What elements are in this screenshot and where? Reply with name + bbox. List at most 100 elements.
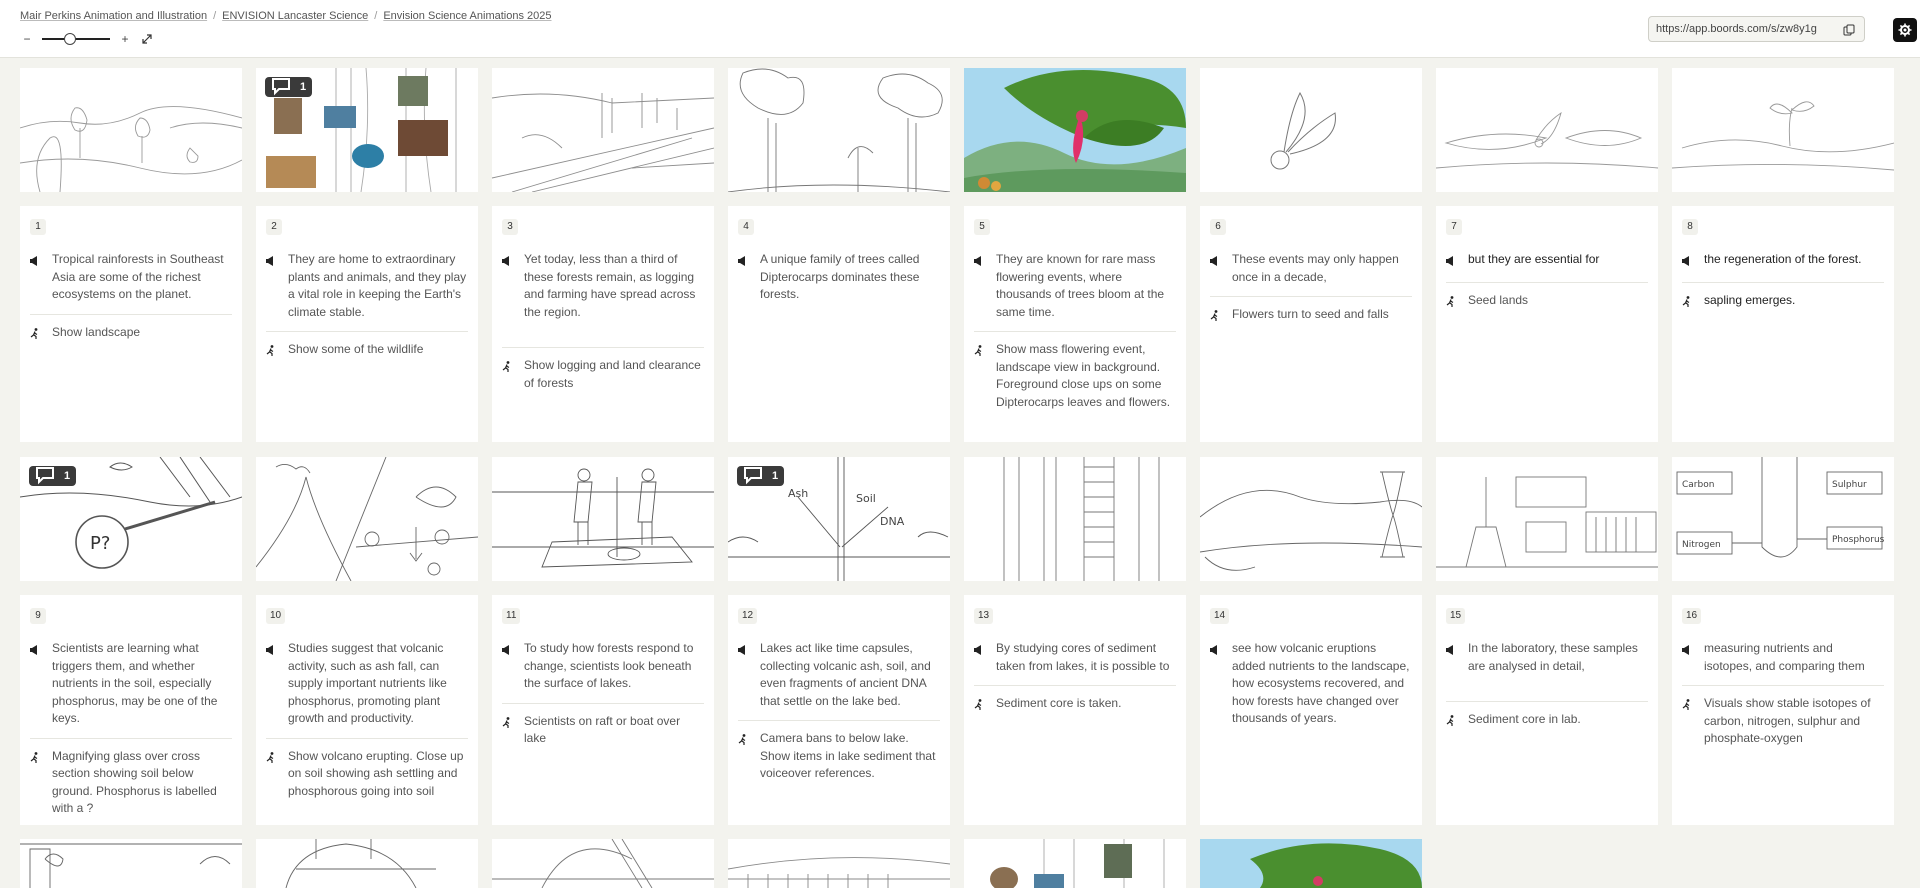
frame-card-2[interactable]: 2 They are home to extraordinary plants … <box>256 206 478 442</box>
voiceover-text[interactable]: These events may only happen once in a d… <box>1232 251 1412 286</box>
speaker-icon <box>738 640 748 710</box>
frame-card-6[interactable]: 6 These events may only happen once in a… <box>1200 206 1422 442</box>
zoom-slider-handle[interactable] <box>64 33 76 45</box>
action-text[interactable]: Seed lands <box>1468 292 1528 313</box>
frame-card-11[interactable]: 11 To study how forests respond to chang… <box>492 595 714 825</box>
frame-card-16[interactable]: 16 measuring nutrients and isotopes, and… <box>1672 595 1894 825</box>
speaker-icon <box>1210 251 1220 286</box>
frame-image-7[interactable] <box>1436 68 1658 192</box>
frame-image-19[interactable] <box>492 839 714 888</box>
action-text[interactable]: Show mass flowering event, landscape vie… <box>996 341 1176 411</box>
comment-count-badge[interactable]: 1 <box>265 77 313 97</box>
frame-image-6[interactable] <box>1200 68 1422 192</box>
voiceover-text[interactable]: Scientists are learning what triggers th… <box>52 640 232 728</box>
frame-image-9[interactable]: P? 1 <box>20 457 242 581</box>
frame-card-4[interactable]: 4 A unique family of trees called Dipter… <box>728 206 950 442</box>
frame-card-8[interactable]: 8 the regeneration of the forest. saplin… <box>1672 206 1894 442</box>
action-text[interactable]: Sediment core is taken. <box>996 695 1121 716</box>
speaker-icon <box>738 251 748 304</box>
frame-image-20[interactable] <box>728 839 950 888</box>
frame-image-11[interactable] <box>492 457 714 581</box>
action-text[interactable]: Scientists on raft or boat over lake <box>524 713 704 748</box>
breadcrumb-project[interactable]: ENVISION Lancaster Science <box>222 10 368 22</box>
frame-card-13[interactable]: 13 By studying cores of sediment taken f… <box>964 595 1186 825</box>
breadcrumb-team[interactable]: Mair Perkins Animation and Illustration <box>20 10 207 22</box>
voiceover-text[interactable]: To study how forests respond to change, … <box>524 640 704 693</box>
zoom-slider[interactable] <box>42 33 110 45</box>
action-text[interactable]: Flowers turn to seed and falls <box>1232 306 1389 327</box>
voiceover-text[interactable]: A unique family of trees called Dipteroc… <box>760 251 940 304</box>
voiceover-text[interactable]: the regeneration of the forest. <box>1704 251 1861 272</box>
voiceover-text[interactable]: Yet today, less than a third of these fo… <box>524 251 704 321</box>
share-url-field[interactable]: https://app.boords.com/s/zw8y1g <box>1648 16 1865 42</box>
voiceover-text[interactable]: but they are essential for <box>1468 251 1599 272</box>
frame-image-3[interactable] <box>492 68 714 192</box>
frame-number: 11 <box>502 608 521 624</box>
frame-number: 13 <box>974 608 994 624</box>
voiceover-text[interactable]: In the laboratory, these samples are ana… <box>1468 640 1648 675</box>
action-text[interactable]: Camera bans to below lake. Show items in… <box>760 730 940 783</box>
frame-card-15[interactable]: 15 In the laboratory, these samples are … <box>1436 595 1658 825</box>
voiceover-row: A unique family of trees called Dipteroc… <box>738 251 940 314</box>
frame-number: 8 <box>1682 219 1698 235</box>
frame-image-10[interactable] <box>256 457 478 581</box>
frame-image-13[interactable] <box>964 457 1186 581</box>
voiceover-text[interactable]: measuring nutrients and isotopes, and co… <box>1704 640 1884 675</box>
sketch-label: Soil <box>856 492 876 505</box>
voiceover-text[interactable]: They are known for rare mass flowering e… <box>996 251 1176 321</box>
frame-card-5[interactable]: 5 They are known for rare mass flowering… <box>964 206 1186 442</box>
frame-image-15[interactable] <box>1436 457 1658 581</box>
gear-icon[interactable] <box>1893 18 1917 42</box>
action-icon <box>1682 292 1692 313</box>
frame-card-1[interactable]: 1 Tropical rainforests in Southeast Asia… <box>20 206 242 442</box>
frame-image-16[interactable]: Carbon Sulphur Nitrogen Phosphorus <box>1672 457 1894 581</box>
voiceover-text[interactable]: By studying cores of sediment taken from… <box>996 640 1176 675</box>
frame-image-1[interactable] <box>20 68 242 192</box>
zoom-in-button[interactable]: + <box>118 32 132 46</box>
frame-image-21[interactable] <box>964 839 1186 888</box>
action-text[interactable]: sapling emerges. <box>1704 292 1795 313</box>
zoom-out-button[interactable]: − <box>20 32 34 46</box>
speaker-icon <box>30 640 40 728</box>
frame-card-7[interactable]: 7 but they are essential for Seed lands <box>1436 206 1658 442</box>
frame-image-5[interactable] <box>964 68 1186 192</box>
breadcrumb-storyboard[interactable]: Envision Science Animations 2025 <box>383 10 551 22</box>
copy-icon[interactable] <box>1840 21 1858 39</box>
action-text[interactable]: Show logging and land clearance of fores… <box>524 357 704 392</box>
frame-card-14[interactable]: 14 see how volcanic eruptions added nutr… <box>1200 595 1422 825</box>
frame-image-2[interactable]: 1 <box>256 68 478 192</box>
action-icon <box>1210 306 1220 327</box>
frame-image-18[interactable] <box>256 839 478 888</box>
sketch-label: Phosphorus <box>1832 535 1885 545</box>
frame-number: 1 <box>30 219 46 235</box>
comment-count-badge[interactable]: 1 <box>29 466 77 486</box>
action-icon <box>1446 711 1456 732</box>
action-icon <box>502 357 512 392</box>
action-text[interactable]: Show some of the wildlife <box>288 341 423 362</box>
action-row: Sediment core in lab. <box>1446 711 1648 732</box>
voiceover-text[interactable]: Lakes act like time capsules, collecting… <box>760 640 940 710</box>
action-text[interactable]: Visuals show stable isotopes of carbon, … <box>1704 695 1884 748</box>
action-text[interactable]: Show landscape <box>52 324 140 345</box>
voiceover-text[interactable]: Studies suggest that volcanic activity, … <box>288 640 468 728</box>
voiceover-text[interactable]: Tropical rainforests in Southeast Asia a… <box>52 251 232 304</box>
action-icon <box>974 341 984 411</box>
action-text[interactable]: Show volcano erupting. Close up on soil … <box>288 748 468 801</box>
comment-count-badge[interactable]: 1 <box>737 466 785 486</box>
frame-card-3[interactable]: 3 Yet today, less than a third of these … <box>492 206 714 442</box>
frame-image-17[interactable] <box>20 839 242 888</box>
frame-card-12[interactable]: 12 Lakes act like time capsules, collect… <box>728 595 950 825</box>
frame-image-14[interactable] <box>1200 457 1422 581</box>
expand-icon[interactable] <box>140 32 154 46</box>
frame-image-8[interactable] <box>1672 68 1894 192</box>
frame-image-4[interactable] <box>728 68 950 192</box>
frame-card-9[interactable]: 9 Scientists are learning what triggers … <box>20 595 242 825</box>
voiceover-text[interactable]: They are home to extraordinary plants an… <box>288 251 468 321</box>
speaker-icon <box>1682 251 1692 272</box>
frame-image-22[interactable] <box>1200 839 1422 888</box>
action-text[interactable]: Magnifying glass over cross section show… <box>52 748 232 818</box>
voiceover-text[interactable]: see how volcanic eruptions added nutrien… <box>1232 640 1412 728</box>
frame-image-12[interactable]: Ash Soil DNA 1 <box>728 457 950 581</box>
frame-card-10[interactable]: 10 Studies suggest that volcanic activit… <box>256 595 478 825</box>
action-text[interactable]: Sediment core in lab. <box>1468 711 1581 732</box>
